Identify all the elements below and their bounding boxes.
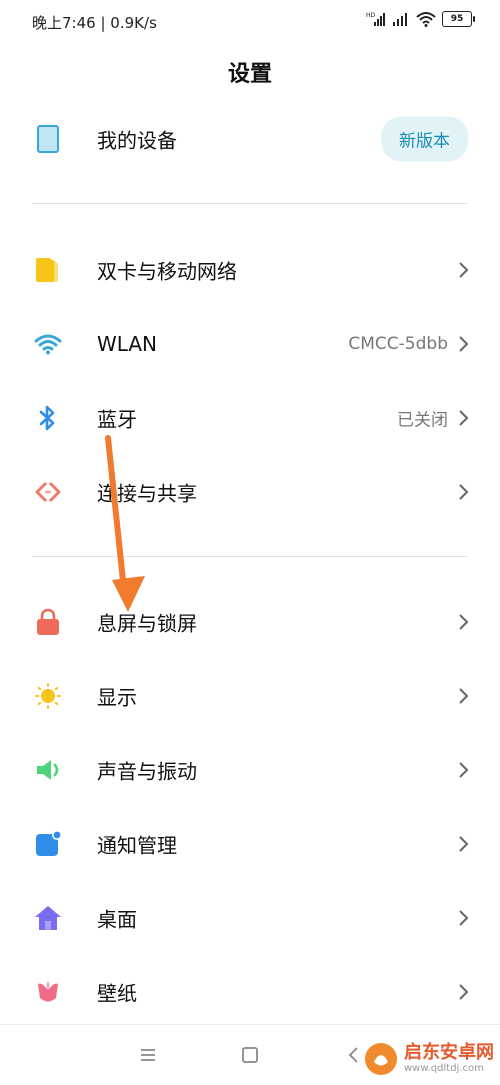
watermark: 启东安卓网 www.qdltdj.com	[364, 1042, 494, 1076]
divider	[32, 203, 468, 204]
sidebar-item-bluetooth[interactable]: 蓝牙 已关闭	[0, 381, 500, 455]
chevron-right-icon	[459, 836, 469, 852]
status-bar: 晚上7:46 | 0.9K/s HD 95	[0, 0, 500, 44]
new-version-badge[interactable]: 新版本	[381, 116, 468, 162]
display-label: 显示	[97, 685, 137, 710]
wlan-network-name: CMCC-5dbb	[348, 334, 448, 354]
sim-card-icon	[34, 256, 62, 284]
my-device-label: 我的设备	[97, 128, 177, 153]
sun-icon	[34, 682, 62, 710]
chevron-right-icon	[459, 410, 469, 426]
sidebar-item-display[interactable]: 显示	[0, 659, 500, 733]
chevron-right-icon	[459, 910, 469, 926]
battery-level: 95	[450, 14, 464, 24]
watermark-title: 启东安卓网	[404, 1042, 494, 1063]
chevron-right-icon	[459, 614, 469, 630]
signal-hd-icon: HD	[366, 12, 385, 26]
signal-icon	[393, 13, 407, 26]
home-screen-label: 桌面	[97, 907, 137, 932]
chevron-right-icon	[459, 262, 469, 278]
wlan-label: WLAN	[97, 332, 158, 356]
speaker-icon	[34, 756, 62, 784]
bluetooth-status: 已关闭	[397, 410, 448, 431]
connection-share-label: 连接与共享	[97, 481, 197, 506]
notifications-label: 通知管理	[97, 833, 177, 858]
sound-label: 声音与振动	[97, 759, 197, 784]
sidebar-item-wallpaper[interactable]: 壁纸	[0, 955, 500, 1029]
lock-screen-label: 息屏与锁屏	[97, 611, 197, 636]
back-icon[interactable]	[342, 1043, 366, 1067]
wifi-status-icon	[416, 12, 436, 27]
watermark-logo-icon	[365, 1043, 397, 1075]
chevron-right-icon	[459, 984, 469, 1000]
bluetooth-label: 蓝牙	[97, 407, 137, 432]
sidebar-item-home-screen[interactable]: 桌面	[0, 881, 500, 955]
divider	[32, 556, 468, 557]
home-nav-icon[interactable]	[238, 1043, 262, 1067]
svg-text:HD: HD	[366, 12, 376, 19]
sidebar-item-connection-share[interactable]: 连接与共享	[0, 455, 500, 529]
my-device-row[interactable]: 我的设备 新版本	[0, 102, 500, 176]
bluetooth-icon	[34, 404, 62, 432]
flower-icon	[34, 978, 62, 1006]
connection-share-icon	[34, 478, 62, 506]
status-icons: HD 95	[366, 11, 475, 27]
chevron-right-icon	[459, 484, 469, 500]
sidebar-item-notifications[interactable]: 通知管理	[0, 807, 500, 881]
sidebar-item-dual-sim[interactable]: 双卡与移动网络	[0, 233, 500, 307]
battery-icon: 95	[442, 11, 475, 27]
menu-icon[interactable]	[136, 1043, 160, 1067]
chevron-right-icon	[459, 336, 469, 352]
wallpaper-label: 壁纸	[97, 981, 137, 1006]
sidebar-item-sound[interactable]: 声音与振动	[0, 733, 500, 807]
sidebar-item-lock-screen[interactable]: 息屏与锁屏	[0, 585, 500, 659]
chevron-right-icon	[459, 762, 469, 778]
tablet-icon	[34, 125, 62, 153]
home-icon	[34, 904, 62, 932]
dual-sim-label: 双卡与移动网络	[97, 259, 237, 284]
sidebar-item-wlan[interactable]: WLAN CMCC-5dbb	[0, 307, 500, 381]
lock-icon	[34, 608, 62, 636]
notification-icon	[34, 830, 62, 858]
status-time-speed: 晚上7:46 | 0.9K/s	[32, 14, 157, 32]
watermark-url: www.qdltdj.com	[404, 1063, 484, 1074]
chevron-right-icon	[459, 688, 469, 704]
wifi-icon	[34, 330, 62, 358]
page-title: 设置	[227, 62, 272, 87]
